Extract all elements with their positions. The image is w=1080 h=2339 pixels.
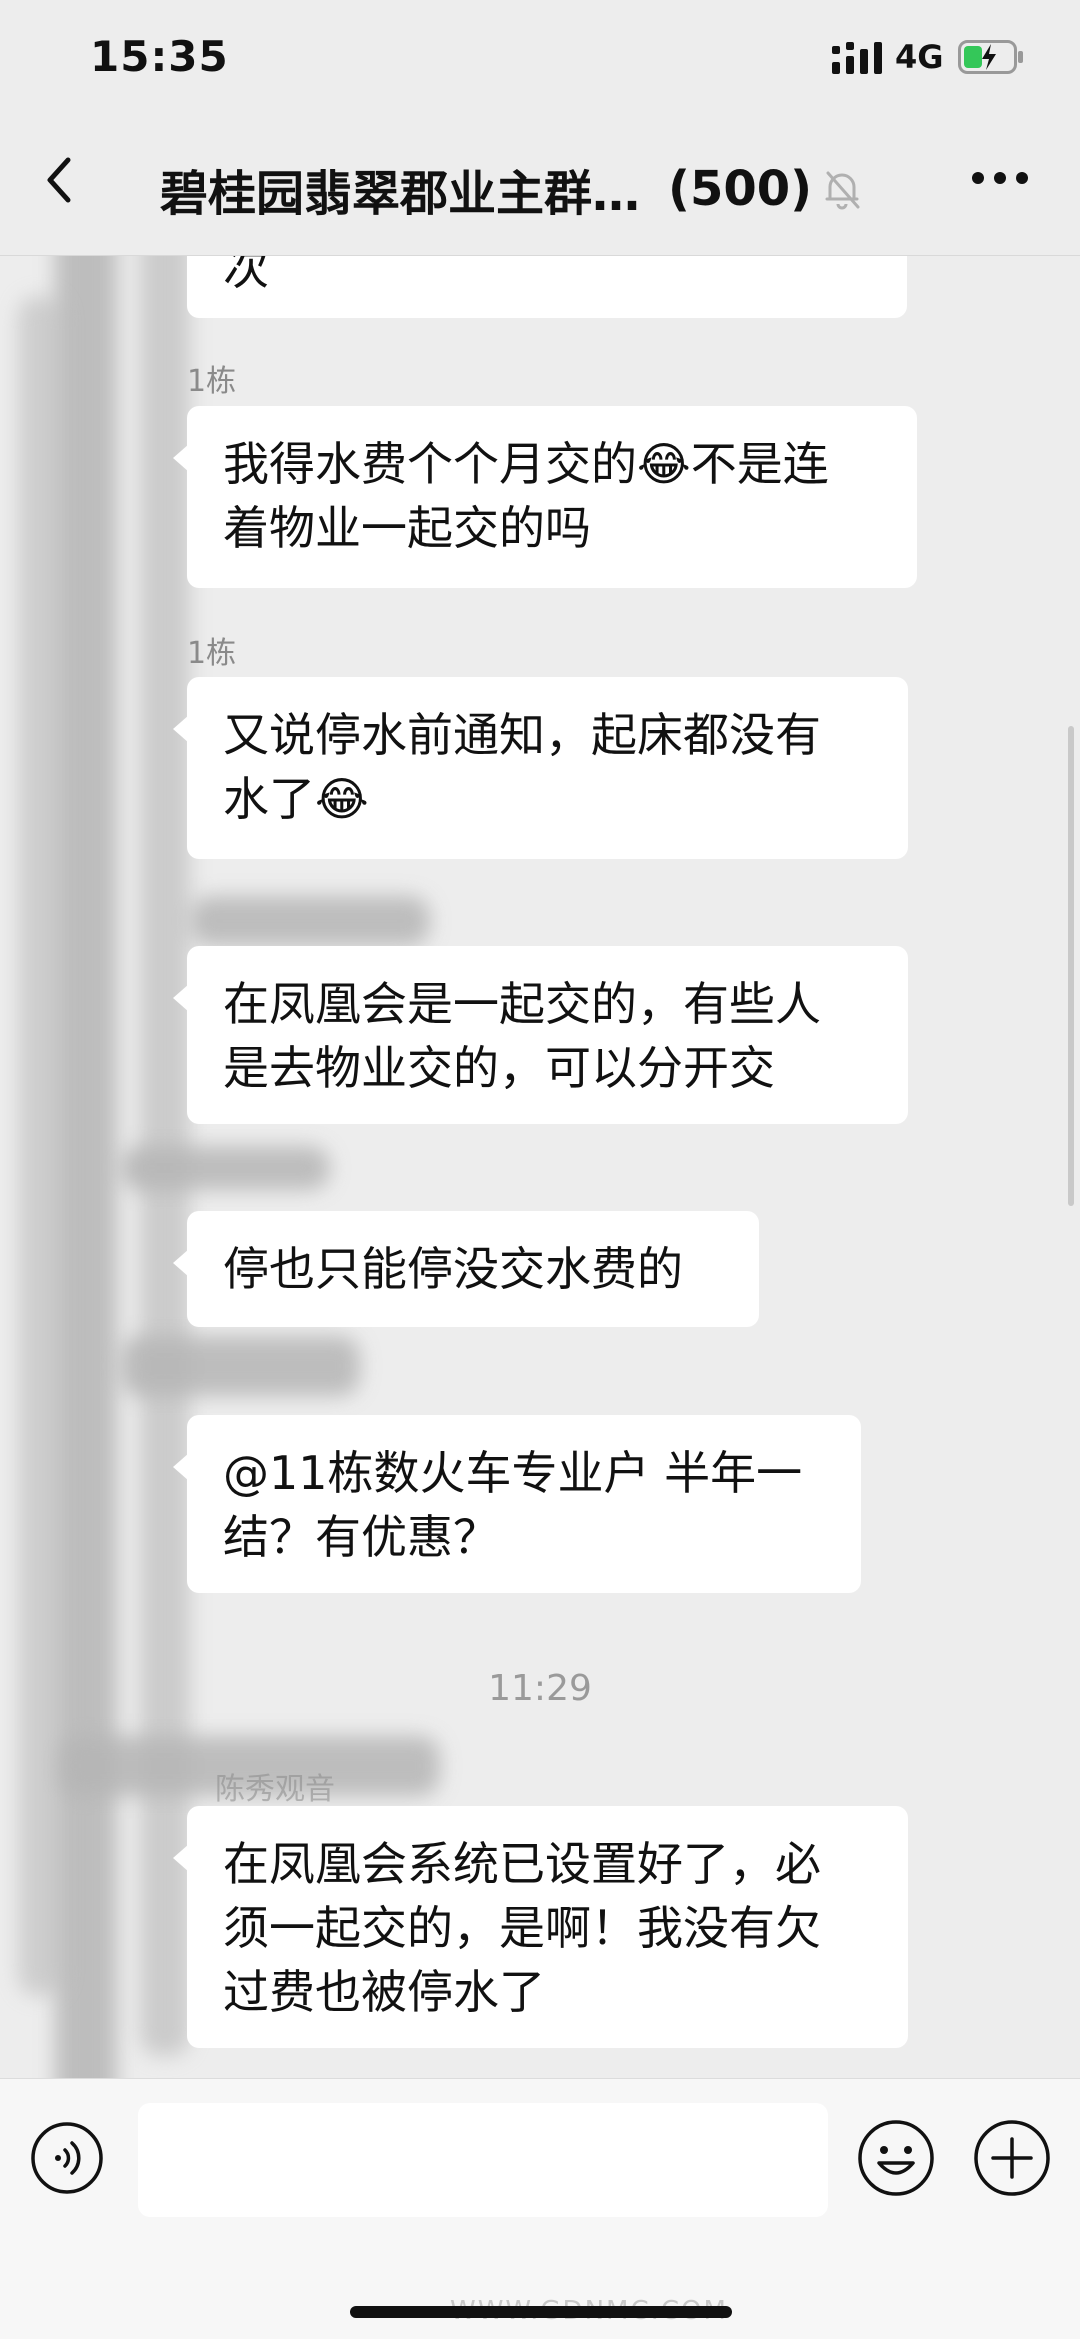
battery-charging-icon <box>958 40 1023 74</box>
message-text: 停也只能停没交水费的 <box>223 1242 683 1296</box>
message-text: 次 <box>223 256 269 295</box>
message-text: @11栋数火车专业户 半年一 <box>223 1446 803 1500</box>
message-text: 在凤凰会是一起交的，有些人 <box>223 977 821 1031</box>
message-text: 结？有优惠？ <box>223 1510 499 1564</box>
redaction-blur <box>190 896 430 946</box>
scrollbar[interactable] <box>1068 726 1074 1206</box>
message-text: 着物业一起交的吗 <box>223 501 591 555</box>
home-indicator[interactable] <box>350 2306 732 2318</box>
redaction-blur <box>18 296 63 1996</box>
message-text: 我得水费个个月交的😂不是连 <box>223 437 829 491</box>
message-text: 在凤凰会系统已设置好了，必 <box>223 1837 821 1891</box>
signal-icon <box>832 42 882 74</box>
redaction-blur <box>120 1336 360 1396</box>
chat-header: 碧桂园翡翠郡业主群… (500) <box>0 110 1080 256</box>
ellipsis-icon[interactable] <box>970 170 1030 186</box>
sender-name: 1栋 <box>187 636 237 671</box>
message-bubble[interactable]: 又说停水前通知，起床都没有 水了😂 <box>173 677 908 859</box>
message-text: 又说停水前通知，起床都没有 <box>223 708 821 762</box>
redaction-blur <box>120 1146 330 1190</box>
bell-off-icon <box>825 171 860 210</box>
sender-name: 陈秀观音 <box>215 1772 335 1807</box>
message-bubble[interactable]: 在凤凰会是一起交的，有些人 是去物业交的，可以分开交 <box>173 946 908 1124</box>
message-input[interactable] <box>138 2103 828 2217</box>
chevron-left-icon[interactable] <box>40 150 80 210</box>
chat-title: 碧桂园翡翠郡业主群… <box>160 166 641 222</box>
time-divider: 11:29 <box>488 1668 592 1709</box>
chat-title-area[interactable]: 碧桂园翡翠郡业主群… (500) <box>160 154 862 224</box>
redaction-blur <box>55 256 117 2078</box>
message-bubble[interactable]: 在凤凰会系统已设置好了，必 须一起交的，是啊！我没有欠 过费也被停水了 <box>173 1806 908 2048</box>
status-time: 15:35 <box>90 32 229 81</box>
message-bubble[interactable]: 我得水费个个月交的😂不是连 着物业一起交的吗 <box>173 406 917 588</box>
status-bar: 15:35 4G <box>0 0 1080 110</box>
message-text: 须一起交的，是啊！我没有欠 <box>223 1901 821 1955</box>
message-text: 过费也被停水了 <box>223 1965 545 2019</box>
plus-icon[interactable] <box>973 2119 1051 2197</box>
message-bubble[interactable]: 停也只能停没交水费的 <box>173 1211 759 1327</box>
message-text: 水了😂 <box>223 772 369 826</box>
message-text: 是去物业交的，可以分开交 <box>223 1041 775 1095</box>
message-list[interactable]: 次 1栋 我得水费个个月交的😂不是连 着物业一起交的吗 1栋 又说停水前通知，起… <box>0 256 1080 2078</box>
smile-icon[interactable] <box>857 2119 935 2197</box>
sender-name: 1栋 <box>187 364 237 399</box>
message-bubble[interactable]: 次 <box>187 256 907 318</box>
voice-icon[interactable] <box>30 2121 104 2195</box>
network-type: 4G <box>895 38 944 76</box>
message-bubble[interactable]: @11栋数火车专业户 半年一 结？有优惠？ <box>173 1415 861 1593</box>
member-count: (500) <box>668 161 813 217</box>
